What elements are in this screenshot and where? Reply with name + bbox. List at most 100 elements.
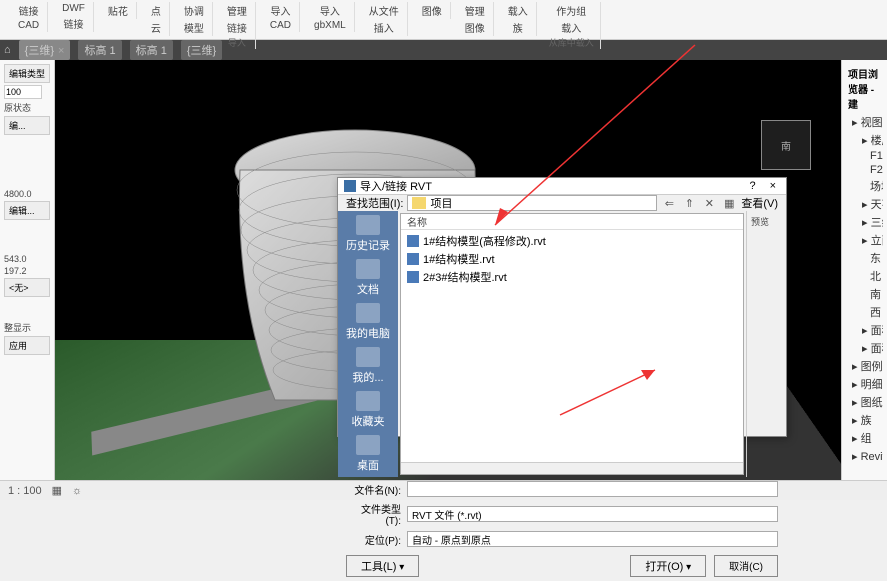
tree-item[interactable]: F2: [850, 163, 883, 177]
rib-btn[interactable]: 导入: [268, 2, 292, 19]
back-icon[interactable]: ⇐: [661, 195, 677, 211]
view-tab[interactable]: 标高 1: [78, 40, 121, 60]
filename-input[interactable]: [407, 481, 778, 497]
tree-item[interactable]: ▸ 面积平面: [850, 339, 883, 357]
tree-item[interactable]: ▸ 视图 (全: [850, 113, 883, 131]
position-combo[interactable]: 自动 - 原点到原点: [407, 531, 778, 547]
rib-btn[interactable]: 链接: [62, 15, 86, 32]
rib-btn[interactable]: 作为组: [554, 2, 588, 19]
status-icon[interactable]: ☼: [72, 485, 82, 497]
tree-item[interactable]: ▸ 族: [850, 411, 883, 429]
places-item[interactable]: 历史记录: [346, 215, 390, 253]
tree-item[interactable]: 场地: [850, 177, 883, 195]
tree-item[interactable]: 北: [850, 267, 883, 285]
file-list-body[interactable]: 1#结构模型(高程修改).rvt1#结构模型.rvt2#3#结构模型.rvt: [401, 230, 743, 462]
rib-btn[interactable]: 模型: [182, 19, 206, 36]
scale-label[interactable]: 1 : 100: [8, 485, 42, 497]
close-button[interactable]: ×: [766, 180, 780, 192]
tree-item[interactable]: 南: [850, 285, 883, 303]
scale-input[interactable]: [4, 85, 42, 99]
tree-item[interactable]: ▸ 楼层平面: [850, 131, 883, 149]
places-item[interactable]: 收藏夹: [352, 391, 385, 429]
rib-btn[interactable]: 管理: [225, 2, 249, 19]
file-item[interactable]: 1#结构模型.rvt: [407, 250, 737, 268]
rib-btn[interactable]: 载入: [559, 19, 583, 36]
places-item[interactable]: 我的...: [352, 347, 383, 385]
places-item[interactable]: 我的电脑: [346, 303, 390, 341]
rib-btn[interactable]: 图像: [420, 2, 444, 19]
apply-button[interactable]: 应用: [4, 336, 50, 355]
combo[interactable]: <无>: [4, 278, 50, 297]
tree-item[interactable]: F1: [850, 149, 883, 163]
preview-pane: 预览: [746, 211, 786, 477]
filetype-combo[interactable]: RVT 文件 (*.rvt): [407, 506, 778, 522]
rib-btn[interactable]: 导入: [318, 2, 342, 19]
open-button[interactable]: 打开(O) ▾: [630, 555, 706, 577]
value: 543.0: [4, 254, 50, 264]
view-tab[interactable]: 标高 1: [130, 40, 173, 60]
rib-btn[interactable]: 从文件: [367, 2, 401, 19]
view-cube[interactable]: 南: [761, 120, 811, 170]
view-button[interactable]: 查看(V): [741, 195, 778, 211]
ribbon-group: 导入 CAD: [262, 2, 300, 32]
rib-btn[interactable]: 贴花: [106, 2, 130, 19]
places-item[interactable]: 文档: [356, 259, 380, 297]
status-icon[interactable]: ▦: [52, 484, 62, 497]
ribbon-group: 载入 族: [500, 2, 537, 36]
rib-btn[interactable]: CAD: [268, 19, 293, 32]
tree-item[interactable]: ▸ 面积平面: [850, 321, 883, 339]
ribbon-group: 作为组 载入 从库中载入: [543, 2, 601, 49]
look-in-combo[interactable]: 项目: [407, 195, 657, 211]
rib-btn[interactable]: 族: [511, 19, 525, 36]
tree-item[interactable]: ▸ 图例: [850, 357, 883, 375]
new-folder-icon[interactable]: ▦: [721, 195, 737, 211]
rib-btn[interactable]: 管理: [463, 2, 487, 19]
file-item[interactable]: 2#3#结构模型.rvt: [407, 268, 737, 286]
help-button[interactable]: ?: [745, 180, 759, 192]
home-icon[interactable]: ⌂: [4, 44, 11, 56]
rib-btn[interactable]: DWF: [60, 2, 87, 15]
close-icon[interactable]: ×: [58, 45, 64, 57]
cancel-button[interactable]: 取消(C): [714, 555, 778, 577]
tree-item[interactable]: ▸ Revit 链接: [850, 447, 883, 465]
view-tab[interactable]: {三维}: [181, 40, 222, 60]
value: 4800.0: [4, 189, 50, 199]
rib-btn[interactable]: 云: [149, 19, 163, 36]
view-tab[interactable]: {三维}×: [19, 40, 71, 60]
tree-item[interactable]: 西: [850, 303, 883, 321]
file-item[interactable]: 1#结构模型(高程修改).rvt: [407, 232, 737, 250]
tree-item[interactable]: 东: [850, 249, 883, 267]
ribbon-group: 从文件 插入: [361, 2, 408, 36]
tree-item[interactable]: ▸ 立面 (建: [850, 231, 883, 249]
tree-item[interactable]: ▸ 组: [850, 429, 883, 447]
checkbox-label[interactable]: 整显示: [4, 321, 50, 334]
delete-icon[interactable]: ✕: [701, 195, 717, 211]
up-icon[interactable]: ⇑: [681, 195, 697, 211]
places-item[interactable]: 桌面: [356, 435, 380, 473]
dialog-titlebar[interactable]: 导入/链接 RVT ? ×: [338, 178, 786, 195]
rib-btn[interactable]: 链接: [17, 2, 41, 19]
rib-btn[interactable]: 载入: [506, 2, 530, 19]
rib-label: 从库中载入: [549, 36, 594, 49]
edit-button[interactable]: 编辑...: [4, 201, 50, 220]
dialog-toolbar: 查找范围(I): 项目 ⇐ ⇑ ✕ ▦ 查看(V): [338, 195, 786, 211]
rib-btn[interactable]: 协调: [182, 2, 206, 19]
tree-item[interactable]: ▸ 明细表/表: [850, 375, 883, 393]
tree-item[interactable]: ▸ 图纸 (全: [850, 393, 883, 411]
rib-btn[interactable]: 链接: [225, 19, 249, 36]
rib-btn[interactable]: gbXML: [312, 19, 348, 32]
edit-type-button[interactable]: 编辑类型: [4, 64, 50, 83]
edit-button[interactable]: 编...: [4, 116, 50, 135]
tree-item[interactable]: ▸ 三维视图: [850, 213, 883, 231]
rib-btn[interactable]: 插入: [372, 19, 396, 36]
value: 197.2: [4, 266, 50, 276]
tree-item[interactable]: ▸ 天花板平: [850, 195, 883, 213]
rvt-file-icon: [407, 271, 419, 283]
scrollbar[interactable]: [401, 462, 743, 474]
column-header[interactable]: 名称: [401, 214, 743, 230]
rib-btn[interactable]: CAD: [16, 19, 41, 32]
tools-button[interactable]: 工具(L) ▾: [346, 555, 419, 577]
place-icon: [356, 435, 380, 455]
rib-btn[interactable]: 图像: [463, 19, 487, 36]
rib-btn[interactable]: 点: [149, 2, 163, 19]
